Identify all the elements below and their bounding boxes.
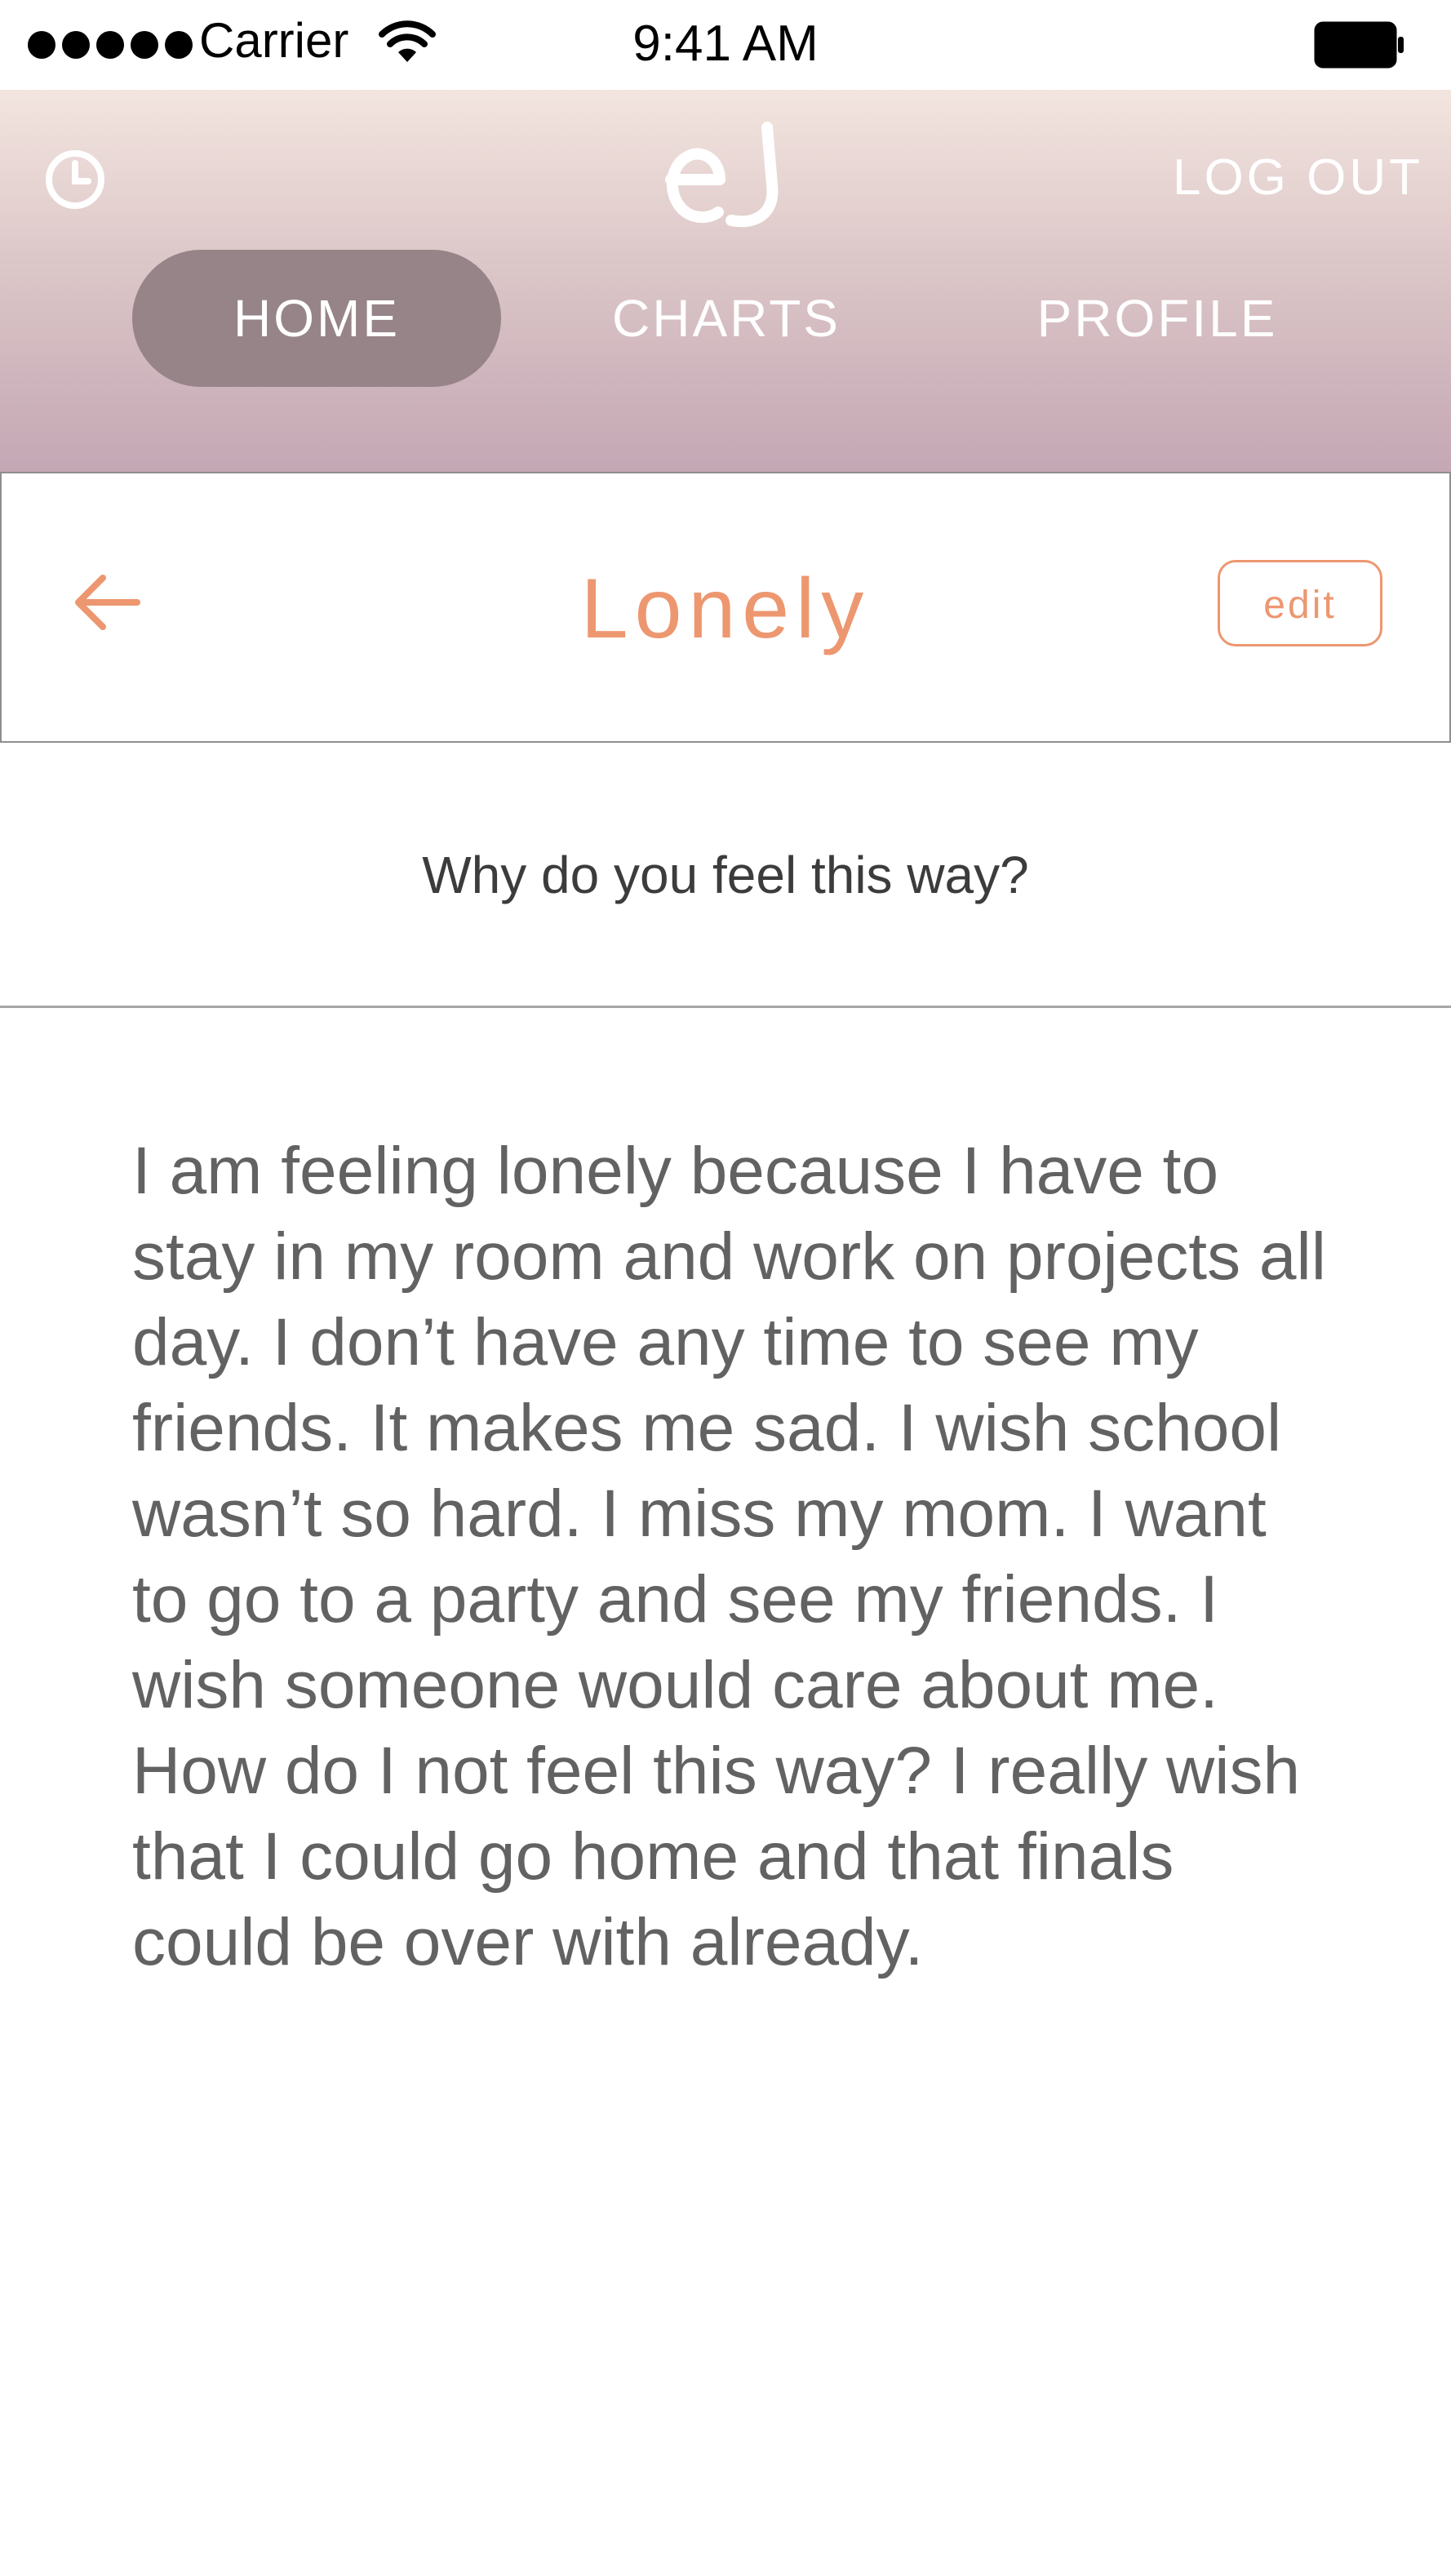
tab-charts[interactable]: CHARTS xyxy=(563,250,890,387)
journal-entry-text: I am feeling lonely because I have to st… xyxy=(132,1134,1326,1979)
app-header: LOG OUT HOME CHARTS PROFILE xyxy=(0,90,1451,472)
divider xyxy=(0,1006,1451,1008)
edit-button[interactable]: edit xyxy=(1218,560,1382,646)
emotion-title-bar: Lonely edit xyxy=(0,472,1451,743)
question-prompt: Why do you feel this way? xyxy=(422,846,1029,904)
tab-home[interactable]: HOME xyxy=(132,250,501,387)
tab-profile[interactable]: PROFILE xyxy=(1002,250,1312,387)
battery-icon xyxy=(1314,21,1404,69)
logout-button[interactable]: LOG OUT xyxy=(1173,145,1423,211)
clock-icon[interactable] xyxy=(42,147,108,212)
status-time: 9:41 AM xyxy=(632,16,819,72)
app-logo xyxy=(665,122,779,228)
status-bar: Carrier 9:41 AM xyxy=(0,0,1451,90)
